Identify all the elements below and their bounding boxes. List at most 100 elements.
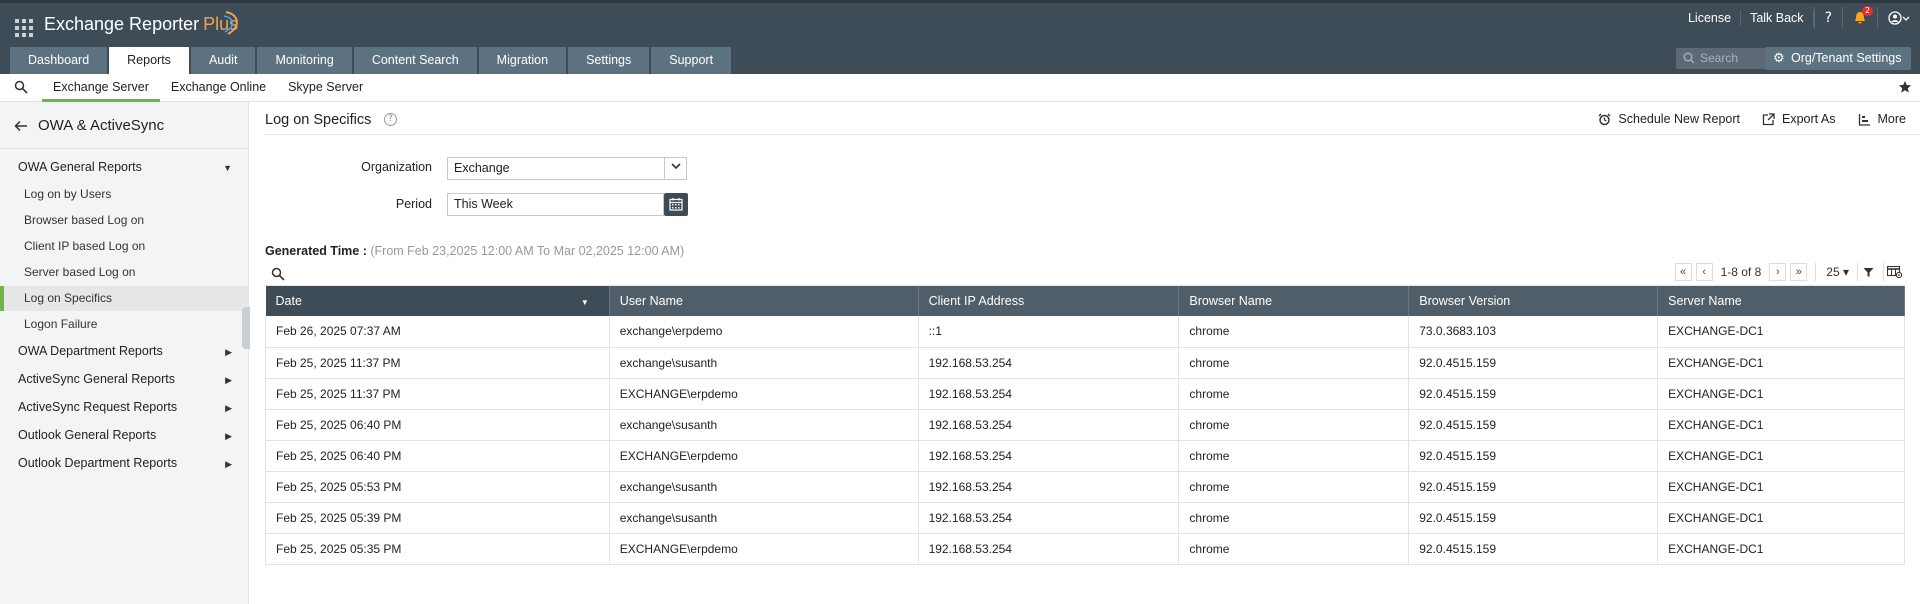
- tab-content-search[interactable]: Content Search: [353, 47, 477, 74]
- filter-icon[interactable]: [1857, 263, 1879, 281]
- cell-date: Feb 25, 2025 05:53 PM: [265, 471, 610, 503]
- org-tenant-settings-button[interactable]: ⚙ Org/Tenant Settings: [1765, 47, 1911, 70]
- table-row: Feb 25, 2025 11:37 PM exchange\susanth 192…: [265, 347, 1905, 379]
- tab-support[interactable]: Support: [651, 47, 732, 74]
- report-help-icon[interactable]: ?: [384, 113, 397, 126]
- cell-browser-name: chrome: [1178, 378, 1410, 410]
- header-top-strip: [0, 0, 1920, 3]
- help-icon[interactable]: ?: [1813, 7, 1842, 29]
- sidebar-section-outlook-general[interactable]: Outlook General Reports ▶: [18, 428, 240, 442]
- schedule-new-report-button[interactable]: Schedule New Report: [1598, 112, 1740, 126]
- notification-count-badge: 2: [1861, 6, 1873, 16]
- column-header-client-ip[interactable]: Client IP Address: [918, 286, 1180, 316]
- table-row: Feb 25, 2025 06:40 PM exchange\susanth 192…: [265, 409, 1905, 441]
- table-search-icon[interactable]: [271, 267, 285, 281]
- caret-right-icon: ▶: [225, 403, 232, 413]
- sidebar-divider: [0, 148, 248, 149]
- tab-dashboard[interactable]: Dashboard: [10, 47, 108, 74]
- user-avatar-icon[interactable]: [1877, 7, 1920, 29]
- page-size-select[interactable]: 25 ▾: [1826, 265, 1849, 279]
- more-label: More: [1877, 112, 1906, 126]
- caret-right-icon: ▶: [225, 431, 232, 441]
- brand-logo[interactable]: Exchange Reporter Plus: [44, 14, 238, 35]
- pager-separator: [1815, 263, 1817, 281]
- cell-client-ip: 192.168.53.254: [918, 471, 1180, 503]
- column-header-user-name[interactable]: User Name: [609, 286, 919, 316]
- sidebar-section-label: OWA General Reports: [18, 160, 142, 174]
- column-header-browser-name[interactable]: Browser Name: [1178, 286, 1410, 316]
- sidebar-item-browser-based-log-on[interactable]: Browser based Log on: [0, 208, 248, 233]
- subtab-exchange-server[interactable]: Exchange Server: [42, 74, 160, 102]
- brand-swoosh-icon: [223, 11, 238, 35]
- cell-browser-version: 73.0.3683.103: [1408, 316, 1659, 348]
- table-toolbar: « ‹ 1-8 of 8 › » 25 ▾: [265, 262, 1905, 286]
- cell-date: Feb 25, 2025 06:40 PM: [265, 440, 610, 472]
- org-tenant-settings-label: Org/Tenant Settings: [1791, 51, 1902, 65]
- column-chooser-icon[interactable]: [1883, 263, 1905, 281]
- calendar-button[interactable]: [664, 193, 688, 216]
- sidebar-section-activesync-request[interactable]: ActiveSync Request Reports ▶: [18, 400, 240, 414]
- column-header-browser-version[interactable]: Browser Version: [1408, 286, 1659, 316]
- sidebar-item-logon-failure[interactable]: Logon Failure: [0, 312, 248, 337]
- sort-down-icon[interactable]: ▼: [581, 298, 589, 307]
- sidebar-item-server-based-log-on[interactable]: Server based Log on: [0, 260, 248, 285]
- generated-time-range: (From Feb 23,2025 12:00 AM To Mar 02,202…: [370, 244, 685, 258]
- sidebar-section-label: ActiveSync General Reports: [18, 372, 176, 386]
- global-search-input[interactable]: Search: [1676, 48, 1772, 69]
- cell-browser-version: 92.0.4515.159: [1408, 502, 1659, 534]
- tab-monitoring[interactable]: Monitoring: [257, 47, 352, 74]
- organization-select[interactable]: Exchange: [447, 157, 687, 180]
- sidebar-header[interactable]: OWA & ActiveSync: [14, 117, 164, 134]
- next-page-icon[interactable]: ›: [1769, 263, 1787, 281]
- caret-right-icon: ▶: [225, 375, 232, 385]
- subtab-exchange-online[interactable]: Exchange Online: [160, 74, 277, 102]
- tab-settings[interactable]: Settings: [568, 47, 650, 74]
- sidebar-section-label: Outlook Department Reports: [18, 456, 178, 470]
- product-tabs: Exchange Server Exchange Online Skype Se…: [42, 74, 374, 102]
- cell-client-ip: 192.168.53.254: [918, 409, 1180, 441]
- sidebar-section-label: ActiveSync Request Reports: [18, 400, 178, 414]
- back-arrow-icon[interactable]: [14, 119, 28, 133]
- chevron-down-icon[interactable]: [664, 158, 686, 179]
- last-page-icon[interactable]: »: [1790, 263, 1808, 281]
- cell-browser-version: 92.0.4515.159: [1408, 440, 1659, 472]
- previous-page-icon[interactable]: ‹: [1695, 263, 1713, 281]
- sidebar-item-log-on-specifics[interactable]: Log on Specifics: [0, 286, 248, 311]
- subtab-skype-server[interactable]: Skype Server: [277, 74, 374, 102]
- table-row: Feb 25, 2025 11:37 PM EXCHANGE\erpdemo 192…: [265, 378, 1905, 410]
- period-input[interactable]: This Week: [447, 193, 664, 216]
- column-header-server-name[interactable]: Server Name: [1657, 286, 1905, 316]
- cell-date: Feb 25, 2025 11:37 PM: [265, 378, 610, 410]
- tab-audit[interactable]: Audit: [190, 47, 256, 74]
- cell-server-name: EXCHANGE-DC1: [1657, 347, 1905, 379]
- sidebar-item-log-on-by-users[interactable]: Log on by Users: [0, 182, 248, 207]
- app-launcher-icon[interactable]: [14, 18, 34, 38]
- sidebar-section-owa-department[interactable]: OWA Department Reports ▶: [18, 344, 240, 358]
- tab-reports[interactable]: Reports: [109, 47, 189, 74]
- export-as-button[interactable]: Export As: [1762, 112, 1836, 126]
- sidebar-section-owa-general[interactable]: OWA General Reports ▼: [18, 160, 240, 174]
- notifications-bell-icon[interactable]: 2: [1842, 6, 1877, 29]
- title-divider: [265, 134, 1920, 135]
- first-page-icon[interactable]: «: [1674, 263, 1692, 281]
- sidebar-collapse-handle[interactable]: [242, 307, 250, 349]
- tab-migration[interactable]: Migration: [478, 47, 567, 74]
- license-link[interactable]: License: [1679, 10, 1742, 26]
- sidebar-section-outlook-department[interactable]: Outlook Department Reports ▶: [18, 456, 240, 470]
- report-search-icon[interactable]: [14, 80, 28, 94]
- table-row: Feb 25, 2025 05:53 PM exchange\susanth 192…: [265, 471, 1905, 503]
- favorites-star-icon[interactable]: [1898, 80, 1912, 94]
- page-title: Log on Specifics: [265, 112, 372, 128]
- cell-browser-name: chrome: [1178, 533, 1410, 565]
- cell-user-name: exchange\susanth: [609, 409, 919, 441]
- sidebar-item-client-ip-based-log-on[interactable]: Client IP based Log on: [0, 234, 248, 259]
- sidebar-section-activesync-general[interactable]: ActiveSync General Reports ▶: [18, 372, 240, 386]
- organization-label: Organization: [361, 160, 432, 174]
- cell-client-ip: 192.168.53.254: [918, 378, 1180, 410]
- report-actions: Schedule New Report Export As More: [1576, 112, 1906, 126]
- more-button[interactable]: More: [1858, 112, 1906, 126]
- period-label: Period: [395, 197, 432, 211]
- column-header-date[interactable]: Date ▼: [265, 286, 610, 316]
- cell-user-name: EXCHANGE\erpdemo: [609, 533, 919, 565]
- talk-back-link[interactable]: Talk Back: [1741, 10, 1814, 26]
